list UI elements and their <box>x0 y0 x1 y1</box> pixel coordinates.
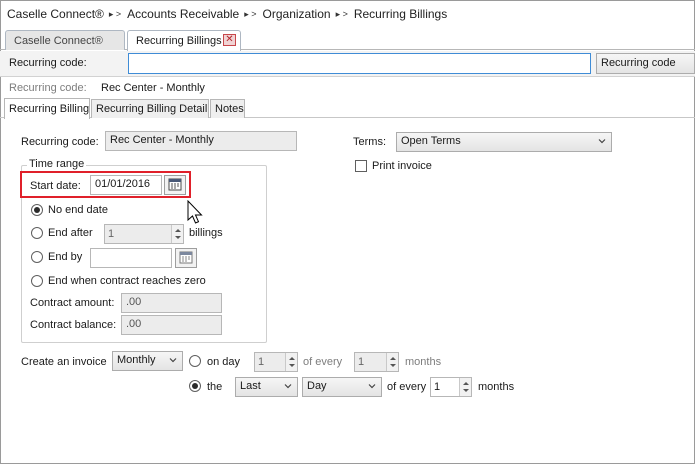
chevron-down-icon <box>284 384 292 389</box>
invoice-frequency-dropdown[interactable]: Monthly <box>112 351 183 371</box>
terms-label: Terms: <box>353 136 386 148</box>
recurring-code-field[interactable]: Rec Center - Monthly <box>105 131 297 151</box>
ordinal-value: Last <box>240 380 261 392</box>
of-every-label: of every <box>387 381 427 393</box>
breadcrumb-separator: ▸ > <box>244 8 257 19</box>
create-invoice-label: Create an invoice <box>21 356 107 368</box>
months-label: months <box>478 381 515 393</box>
stepper-buttons[interactable] <box>459 378 471 396</box>
arrow-up-icon <box>289 357 295 360</box>
on-day-value: 1 <box>258 356 265 368</box>
breadcrumb-separator: ▸ > <box>108 8 122 19</box>
day-type-dropdown[interactable]: Day <box>302 377 382 397</box>
search-bar: Recurring code: Recurring code <box>0 51 695 77</box>
tab-notes[interactable]: Notes <box>210 99 245 118</box>
arrow-down-icon <box>390 364 396 367</box>
search-input[interactable] <box>128 53 591 74</box>
tab-recurring-billing[interactable]: Recurring Billing <box>4 98 90 119</box>
arrow-up-icon <box>390 357 396 360</box>
of-every-label: of every <box>303 356 343 368</box>
tab-label: Notes <box>215 103 244 115</box>
breadcrumb-item-accounts-receivable[interactable]: Accounts Receivable <box>127 7 239 21</box>
time-range-legend: Time range <box>27 158 87 170</box>
search-label: Recurring code: <box>9 57 87 69</box>
print-invoice-checkbox[interactable] <box>355 160 367 172</box>
end-by-label: End by <box>48 251 83 263</box>
no-end-date-label: No end date <box>48 204 108 216</box>
end-after-value: 1 <box>108 228 115 240</box>
terms-dropdown[interactable]: Open Terms <box>396 132 612 152</box>
months-value: 1 <box>358 356 365 368</box>
arrow-down-icon <box>463 389 469 392</box>
months-stepper-on-day[interactable]: 1 <box>354 352 399 372</box>
contract-balance-field[interactable]: .00 <box>121 315 222 335</box>
months-value: 1 <box>434 381 441 393</box>
months-stepper-the[interactable]: 1 <box>430 377 472 397</box>
arrow-down-icon <box>175 236 181 239</box>
arrow-up-icon <box>463 382 469 385</box>
tab-caselle-connect[interactable]: Caselle Connect® <box>5 30 125 50</box>
contract-balance-label: Contract balance: <box>30 319 117 331</box>
tab-label: Caselle Connect® <box>14 34 103 47</box>
end-by-calendar-button[interactable] <box>175 248 197 268</box>
tab-recurring-billings[interactable]: Recurring Billings ✕ <box>127 30 241 51</box>
billings-label: billings <box>189 227 223 239</box>
search-field-selector[interactable]: Recurring code <box>596 53 695 74</box>
end-by-field[interactable] <box>90 248 172 268</box>
breadcrumb-item-recurring-billings[interactable]: Recurring Billings <box>354 7 447 21</box>
current-record-label: Recurring code: <box>9 82 87 94</box>
tab-label: Recurring Billings <box>136 35 222 47</box>
arrow-down-icon <box>289 364 295 367</box>
ordinal-dropdown[interactable]: Last <box>235 377 298 397</box>
on-day-stepper[interactable]: 1 <box>254 352 298 372</box>
breadcrumb-item-organization[interactable]: Organization <box>263 7 331 21</box>
current-record-value: Rec Center - Monthly <box>101 82 205 94</box>
calendar-icon <box>179 251 193 264</box>
end-by-radio[interactable] <box>31 251 43 263</box>
end-contract-zero-label: End when contract reaches zero <box>48 275 206 287</box>
stepper-buttons[interactable] <box>285 353 297 371</box>
breadcrumb: Caselle Connect® ▸ > Accounts Receivable… <box>0 0 695 28</box>
day-type-value: Day <box>307 380 327 392</box>
the-label: the <box>207 381 223 393</box>
arrow-up-icon <box>175 229 181 232</box>
contract-amount-label: Contract amount: <box>30 297 115 309</box>
on-day-radio[interactable] <box>189 355 201 367</box>
end-after-radio[interactable] <box>31 227 43 239</box>
breadcrumb-item-caselle-connect[interactable]: Caselle Connect® <box>7 7 104 21</box>
close-icon[interactable]: ✕ <box>223 34 236 46</box>
no-end-date-radio[interactable] <box>31 204 43 216</box>
stepper-buttons[interactable] <box>386 353 398 371</box>
subtab-strip: Recurring Billing Recurring Billing Deta… <box>0 98 695 119</box>
tab-label: Recurring Billing Detail <box>96 103 208 115</box>
end-after-stepper[interactable]: 1 <box>104 224 184 244</box>
chevron-down-icon <box>368 384 376 389</box>
tab-recurring-billing-detail[interactable]: Recurring Billing Detail <box>91 99 209 118</box>
tab-label: Recurring Billing <box>9 103 90 115</box>
breadcrumb-separator: ▸ > <box>335 8 348 19</box>
invoice-frequency-value: Monthly <box>117 354 156 366</box>
start-date-highlight <box>20 171 191 198</box>
end-contract-zero-radio[interactable] <box>31 275 43 287</box>
recurring-code-label: Recurring code: <box>21 136 99 148</box>
chevron-down-icon <box>169 358 177 363</box>
chevron-down-icon <box>598 139 606 144</box>
contract-amount-field[interactable]: .00 <box>121 293 222 313</box>
document-tab-strip: Caselle Connect® Recurring Billings ✕ <box>0 30 695 51</box>
the-radio[interactable] <box>189 380 201 392</box>
months-label: months <box>405 356 442 368</box>
end-after-label: End after <box>48 227 93 239</box>
search-field-selector-value: Recurring code <box>601 57 676 69</box>
terms-value: Open Terms <box>401 135 461 147</box>
current-record-info: Recurring code: Rec Center - Monthly <box>0 78 695 98</box>
print-invoice-label: Print invoice <box>372 160 432 172</box>
stepper-buttons[interactable] <box>171 225 183 243</box>
on-day-label: on day <box>207 356 241 368</box>
mouse-cursor-icon <box>187 200 203 224</box>
